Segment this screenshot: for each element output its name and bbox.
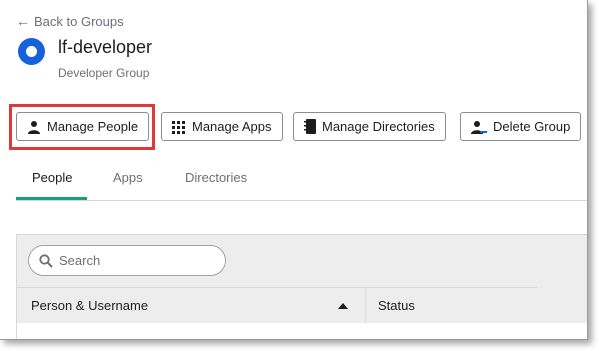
table-body (17, 323, 587, 339)
group-description: Developer Group (58, 66, 150, 80)
delete-group-button[interactable]: Delete Group (460, 112, 582, 141)
manage-directories-button[interactable]: Manage Directories (293, 112, 446, 141)
tab-directories[interactable]: Directories (185, 170, 247, 185)
manage-apps-label: Manage Apps (192, 119, 272, 134)
tab-apps[interactable]: Apps (113, 170, 143, 185)
column-header-status[interactable]: Status (378, 288, 415, 323)
search-input[interactable]: Search (28, 245, 226, 276)
back-link-label: Back to Groups (34, 13, 124, 29)
search-placeholder: Search (59, 253, 101, 268)
sort-ascending-icon[interactable] (338, 303, 348, 309)
delete-group-label: Delete Group (493, 119, 571, 134)
group-name: lf-developer (58, 37, 153, 57)
tab-people[interactable]: People (32, 170, 72, 185)
directory-icon (304, 119, 316, 134)
column-divider (365, 288, 366, 323)
search-icon (39, 253, 53, 268)
highlight-box (9, 104, 155, 150)
table-header: Person & Username Status (17, 287, 537, 324)
manage-directories-label: Manage Directories (322, 119, 435, 134)
active-tab-indicator (16, 197, 87, 200)
delete-person-icon (471, 120, 487, 134)
manage-apps-button[interactable]: Manage Apps (161, 112, 283, 141)
screenshot-frame: ← Back to Groups lf-developer Developer … (0, 0, 588, 340)
tab-bar: People Apps Directories (16, 160, 587, 201)
group-logo-icon (18, 38, 45, 65)
column-header-person-label: Person & Username (31, 298, 149, 313)
arrow-left-icon: ← (16, 13, 30, 29)
members-panel: Search Person & Username Status (16, 234, 587, 339)
grid-icon (172, 120, 185, 134)
back-to-groups-link[interactable]: ← Back to Groups (16, 13, 124, 29)
column-header-status-label: Status (378, 298, 415, 313)
column-header-person[interactable]: Person & Username (31, 288, 353, 323)
